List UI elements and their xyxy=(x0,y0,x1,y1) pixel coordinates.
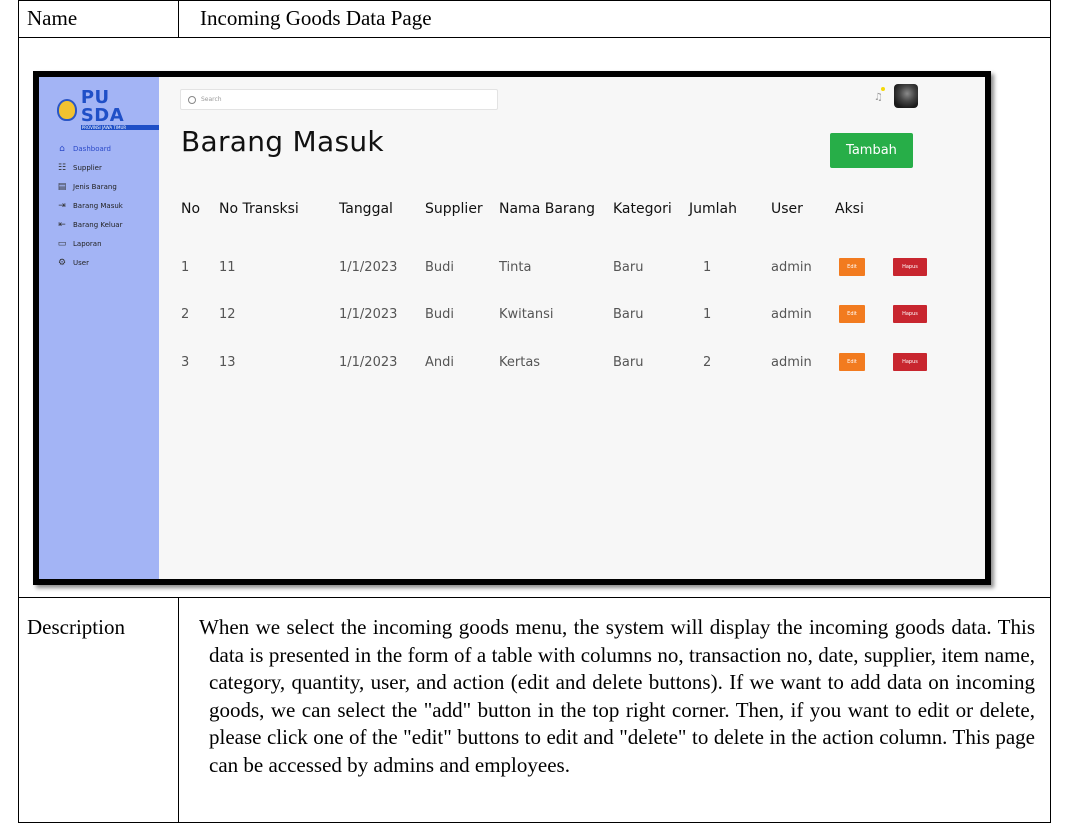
bell-icon[interactable]: ♫ xyxy=(874,92,886,106)
column-header-item-name: Nama Barang xyxy=(499,201,595,217)
gear-icon: ⚙ xyxy=(57,257,67,268)
cell-user: admin xyxy=(771,307,812,322)
cell-item-name: Kertas xyxy=(499,355,541,370)
delete-button[interactable]: Hapus xyxy=(893,258,927,276)
sidebar-item-jenis-barang[interactable]: ▤ Jenis Barang xyxy=(57,177,123,196)
sidebar-item-label: Barang Masuk xyxy=(73,201,123,210)
app-screenshot: PU SDA PROVINSI JAWA TIMUR ⌂ Dashboard ☷… xyxy=(33,71,991,585)
avatar[interactable] xyxy=(894,84,918,108)
cell-quantity: 1 xyxy=(703,307,712,322)
search-icon xyxy=(188,95,196,104)
cell-item-name: Kwitansi xyxy=(499,307,554,322)
sidebar-item-dashboard[interactable]: ⌂ Dashboard xyxy=(57,139,123,158)
sidebar-nav: ⌂ Dashboard ☷ Supplier ▤ Jenis Barang ⇥ … xyxy=(57,139,123,272)
cell-transaction-no: 12 xyxy=(219,307,236,322)
logo-subtitle: PROVINSI JAWA TIMUR xyxy=(80,125,159,130)
home-icon: ⌂ xyxy=(59,143,65,154)
sidebar-item-label: Dashboard xyxy=(73,144,111,153)
logo-title: PU SDA xyxy=(80,87,125,126)
cell-date: 1/1/2023 xyxy=(339,260,398,275)
edit-button[interactable]: Edit xyxy=(839,305,865,323)
cell-supplier: Andi xyxy=(425,355,454,370)
sidebar-item-supplier[interactable]: ☷ Supplier xyxy=(57,158,123,177)
name-value-cell: Incoming Goods Data Page xyxy=(178,0,1051,38)
column-header-category: Kategori xyxy=(613,201,672,217)
sidebar-item-label: Laporan xyxy=(73,239,102,248)
add-button[interactable]: Tambah xyxy=(830,133,913,168)
name-label-cell: Name xyxy=(18,0,179,38)
edit-button[interactable]: Edit xyxy=(839,258,865,276)
sidebar-item-laporan[interactable]: ▭ Laporan xyxy=(57,234,123,253)
column-header-date: Tanggal xyxy=(339,201,393,217)
page-name: Incoming Goods Data Page xyxy=(200,6,432,30)
cell-supplier: Budi xyxy=(425,307,455,322)
cell-supplier: Budi xyxy=(425,260,455,275)
cell-user: admin xyxy=(771,260,812,275)
column-header-quantity: Jumlah xyxy=(689,201,737,217)
column-header-supplier: Supplier xyxy=(425,201,483,217)
sidebar-item-label: User xyxy=(73,258,89,267)
report-icon: ▭ xyxy=(57,238,67,249)
page-title: Barang Masuk xyxy=(181,125,384,158)
description-value-cell: When we select the incoming goods menu, … xyxy=(178,597,1051,823)
column-header-action: Aksi xyxy=(835,201,864,217)
sidebar-item-label: Barang Keluar xyxy=(73,220,123,229)
delete-button[interactable]: Hapus xyxy=(893,305,927,323)
logout-icon: ⇤ xyxy=(58,219,66,230)
cell-date: 1/1/2023 xyxy=(339,307,398,322)
sidebar-item-label: Jenis Barang xyxy=(73,182,117,191)
description-label-cell: Description xyxy=(18,597,179,823)
app-logo[interactable]: PU SDA PROVINSI JAWA TIMUR xyxy=(57,89,159,130)
cell-user: admin xyxy=(771,355,812,370)
cell-no: 1 xyxy=(181,260,190,275)
cell-no: 3 xyxy=(181,355,190,370)
cell-transaction-no: 13 xyxy=(219,355,236,370)
delete-button[interactable]: Hapus xyxy=(893,353,927,371)
cell-date: 1/1/2023 xyxy=(339,355,398,370)
cell-no: 2 xyxy=(181,307,190,322)
sidebar-item-barang-keluar[interactable]: ⇤ Barang Keluar xyxy=(57,215,123,234)
description-text: When we select the incoming goods menu, … xyxy=(199,615,1035,777)
emblem-icon xyxy=(57,98,77,121)
search-input[interactable]: Search xyxy=(180,89,498,110)
cell-category: Baru xyxy=(613,260,644,275)
document-table: Name Incoming Goods Data Page PU SDA PRO… xyxy=(18,0,1051,823)
sidebar-item-label: Supplier xyxy=(73,163,102,172)
column-header-user: User xyxy=(771,201,803,217)
boxes-icon: ▤ xyxy=(57,181,67,192)
login-icon: ⇥ xyxy=(58,200,66,211)
sidebar: PU SDA PROVINSI JAWA TIMUR ⌂ Dashboard ☷… xyxy=(39,77,159,579)
notification-dot xyxy=(881,87,885,91)
edit-button[interactable]: Edit xyxy=(839,353,865,371)
cell-quantity: 1 xyxy=(703,260,712,275)
screenshot-cell: PU SDA PROVINSI JAWA TIMUR ⌂ Dashboard ☷… xyxy=(18,37,1051,598)
column-header-no: No xyxy=(181,201,201,217)
cell-category: Baru xyxy=(613,355,644,370)
column-header-transaction-no: No Transksi xyxy=(219,201,299,217)
cell-item-name: Tinta xyxy=(499,260,532,275)
sidebar-item-user[interactable]: ⚙ User xyxy=(57,253,123,272)
cell-transaction-no: 11 xyxy=(219,260,236,275)
cell-category: Baru xyxy=(613,307,644,322)
cell-quantity: 2 xyxy=(703,355,712,370)
search-placeholder: Search xyxy=(201,96,222,103)
sidebar-item-barang-masuk[interactable]: ⇥ Barang Masuk xyxy=(57,196,123,215)
network-icon: ☷ xyxy=(57,162,67,173)
description-label: Description xyxy=(27,615,125,639)
name-label: Name xyxy=(27,6,78,30)
